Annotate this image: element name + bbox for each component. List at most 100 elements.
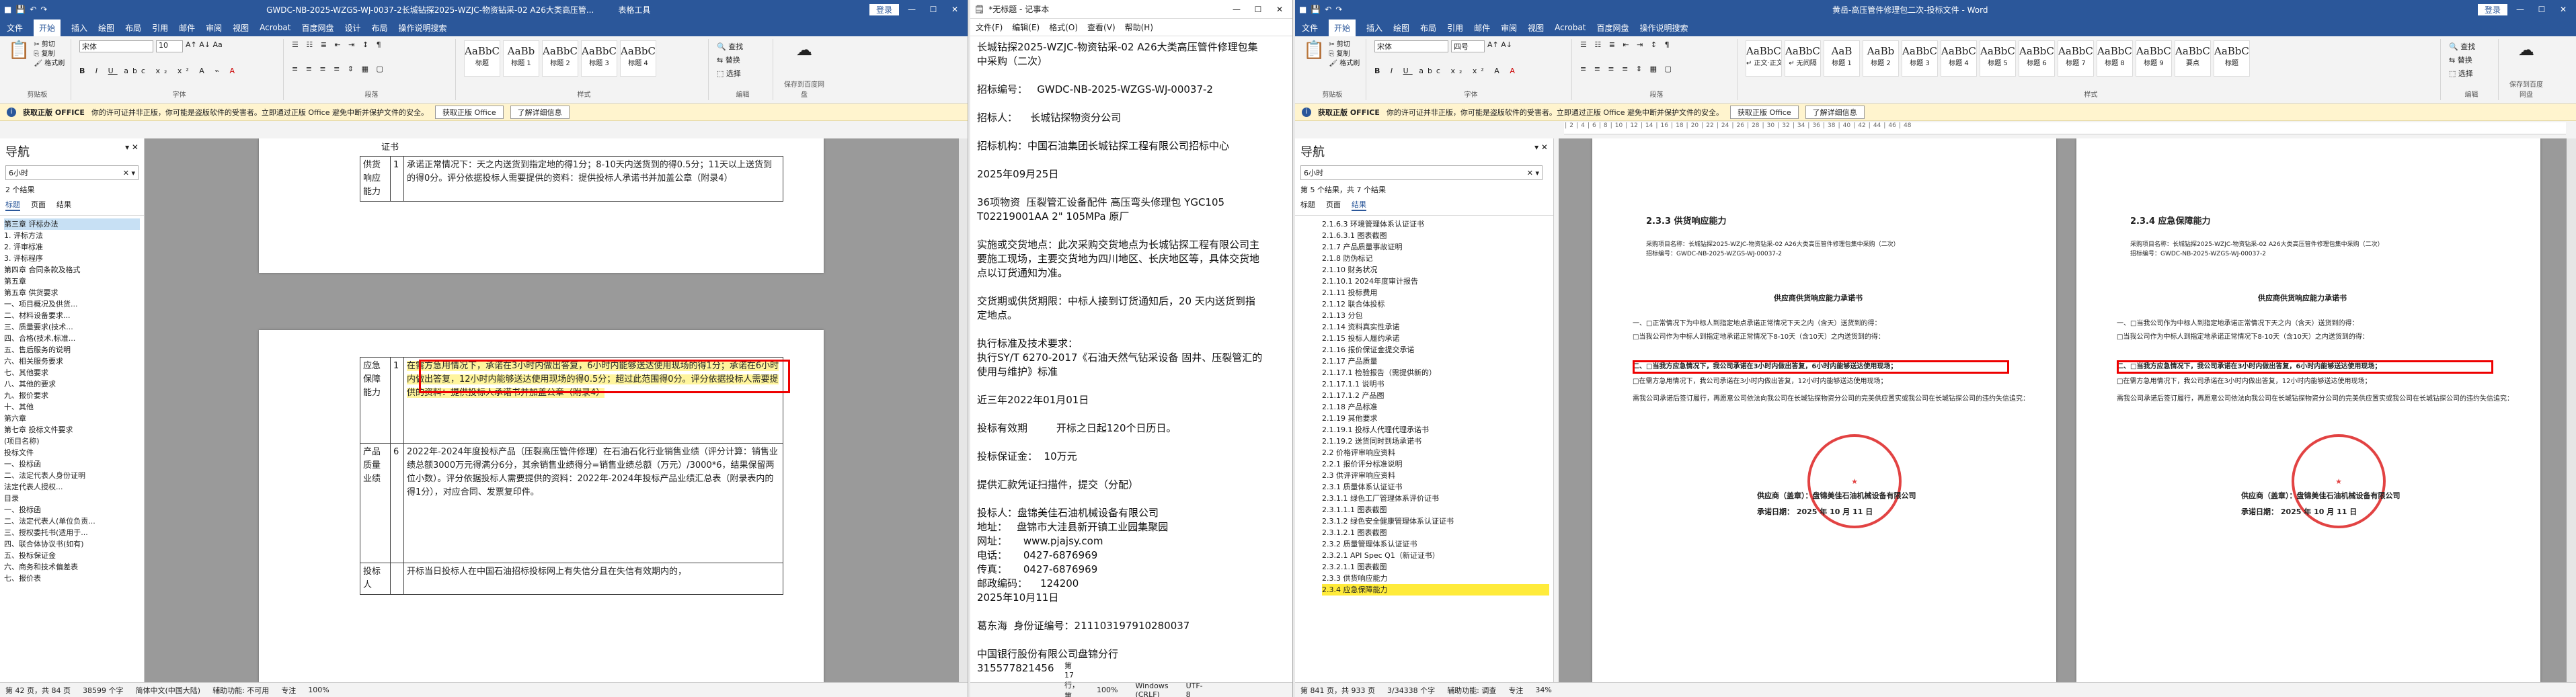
nav-item[interactable]: 目录 [4,493,140,504]
style-gallery-item[interactable]: AaBb 标题 2 [1863,40,1899,77]
nav-item[interactable]: 2.1.17 产品质量 [1322,356,1549,367]
undo-icon[interactable]: ↶ [1325,5,1331,14]
style-gallery-item[interactable]: AaB 标题 1 [1824,40,1860,77]
nav-item[interactable]: 第三章 评标办法 [4,218,140,230]
nav-item[interactable]: 2.1.14 资料真实性承诺 [1322,321,1549,333]
login-button[interactable]: 登录 [869,3,899,15]
nav-item[interactable]: 2.1.18 产品标准 [1322,401,1549,413]
nav-item[interactable]: 2.1.17.1 检验报告（需提供新的） [1322,367,1549,378]
nav-item[interactable]: 九、报价要求 [4,390,140,401]
nav-item[interactable]: 2.1.12 联合体投标 [1322,298,1549,310]
minimize-icon[interactable]: — [2511,5,2529,14]
find-button[interactable]: 🔍 查找 [2449,40,2494,54]
minimize-icon[interactable]: — [1228,5,1245,14]
redo-icon[interactable]: ↷ [40,5,47,14]
nav-tab[interactable]: 标题 [1300,199,1315,211]
ribbon-tab[interactable]: 绘图 [1393,22,1409,34]
ribbon-tab[interactable]: 百度网盘 [1596,22,1629,34]
align-buttons[interactable]: ≡ ≡ ≡ ≡ ⇕ ▦ ▢ [292,65,451,73]
nav-tab[interactable]: 页面 [31,199,46,211]
replace-button[interactable]: ⇆ 替换 [717,54,769,67]
redo-icon[interactable]: ↷ [1335,5,1342,14]
style-gallery-item[interactable]: AaBbC 标题 3 [1902,40,1938,77]
align-buttons[interactable]: ≡ ≡ ≡ ≡ ⇕ ▦ ▢ [1580,65,1733,73]
font-size-select[interactable]: 四号 [1451,40,1485,52]
nav-tab[interactable]: 结果 [56,199,71,211]
maximize-icon[interactable]: ☐ [1249,5,1267,14]
style-gallery-item[interactable]: AaBbCcI标题 9 [2136,40,2172,77]
vertical-scrollbar[interactable] [959,138,968,682]
nav-item[interactable]: 五、售后服务的说明 [4,344,140,356]
save-icon[interactable]: 💾 [1311,5,1321,14]
nav-item[interactable]: 二、法定代表人身份证明 [4,470,140,481]
nav-item[interactable]: 2.3.2.1.1 图表截图 [1322,561,1549,573]
nav-item[interactable]: 十、其他 [4,401,140,413]
ribbon-tab[interactable]: 操作说明搜索 [1639,22,1688,34]
style-gallery-item[interactable]: AaBbCc标题 5 [1980,40,2016,77]
style-gallery-item[interactable]: AaBbC 标题 3 [581,40,617,77]
nav-item[interactable]: 六、相关服务要求 [4,356,140,367]
style-gallery-item[interactable]: AaBbCcI标题 7 [2058,40,2094,77]
paste-icon[interactable]: 📋 [1303,40,1325,69]
menu-item[interactable]: 文件(F) [976,22,1003,33]
list-buttons[interactable]: ☰ ☷ ≣ ⇤ ⇥ ↕ ¶ [1580,40,1733,49]
close-icon[interactable]: ✕ [1271,5,1288,14]
nav-item[interactable]: 四、联合体协议书(如有) [4,538,140,550]
ribbon-tab[interactable]: 审阅 [1501,22,1517,34]
nav-item[interactable]: 2.3.1 质量体系认证证书 [1322,481,1549,493]
nav-item[interactable]: 2.1.7 产品质量事故证明 [1322,241,1549,253]
nav-item[interactable]: 2.1.8 防伪标记 [1322,253,1549,264]
nav-item[interactable]: 二、法定代表人(单位负责... [4,516,140,527]
style-gallery-item[interactable]: AaBbC 标题 2 [542,40,578,77]
get-office-button[interactable]: 获取正版 Office [1730,105,1799,119]
nav-tab[interactable]: 标题 [5,199,20,211]
nav-item[interactable]: 二、材料设备要求... [4,310,140,321]
menu-item[interactable]: 格式(O) [1049,22,1078,33]
nav-item[interactable]: 2.1.17.1.1 说明书 [1322,378,1549,390]
style-gallery-item[interactable]: AaBbCcI标题 8 [2097,40,2133,77]
nav-item[interactable]: 法定代表人授权... [4,481,140,493]
nav-item[interactable]: (项目名称) [4,436,140,447]
ribbon-tab[interactable]: 开始 [1329,19,1356,36]
nav-item[interactable]: 第六章 [4,413,140,424]
nav-item[interactable]: 六、商务和技术偏差表 [4,561,140,573]
ribbon-tab[interactable]: 设计 [344,22,360,34]
undo-icon[interactable]: ↶ [30,5,36,14]
close-pane-icon[interactable]: ▾ ✕ [1534,142,1548,160]
ribbon-tab[interactable]: 开始 [34,19,61,36]
save-baidu-button[interactable]: ☁ [2507,40,2546,59]
nav-item[interactable]: 第五章 [4,276,140,287]
nav-item[interactable]: 2.3 供评评审响应资料 [1322,470,1549,481]
replace-button[interactable]: ⇆ 替换 [2449,54,2494,67]
minimize-icon[interactable]: — [903,5,921,14]
nav-item[interactable]: 2.3.2.1 API Spec Q1（新证证书） [1322,550,1549,561]
nav-item[interactable]: 2.2 价格评审响应资料 [1322,447,1549,458]
ribbon-tab[interactable]: Acrobat [260,23,290,32]
style-gallery-item[interactable]: AaBbCc标题 6 [2019,40,2055,77]
close-icon[interactable]: ✕ [946,5,964,14]
style-gallery-item[interactable]: AaBbC 标题 4 [620,40,656,77]
style-gallery-item[interactable]: AaBbCcI标题 4 [1941,40,1977,77]
ribbon-tab[interactable]: 布局 [371,22,387,34]
font-name-select[interactable]: 宋体 [1374,40,1448,52]
ribbon-tab[interactable]: 百度网盘 [301,22,334,34]
list-buttons[interactable]: ☰ ☷ ≣ ⇤ ⇥ ↕ ¶ [292,40,451,49]
ribbon-tab[interactable]: 布局 [125,22,141,34]
ribbon-tab[interactable]: 邮件 [1474,22,1490,34]
nav-item[interactable]: 七、报价表 [4,573,140,584]
nav-item[interactable]: 2.1.15 投标人履约承诺 [1322,333,1549,344]
nav-item[interactable]: 2.1.6.3.1 图表截图 [1322,230,1549,241]
nav-item[interactable]: 2. 评审标准 [4,241,140,253]
ribbon-tab[interactable]: 审阅 [206,22,222,34]
paste-icon[interactable]: 📋 [8,40,30,69]
search-clear-icon[interactable]: ✕ ▾ [1527,169,1539,177]
select-button[interactable]: ⬚ 选择 [2449,67,2494,81]
menu-item[interactable]: 帮助(H) [1125,22,1153,33]
nav-item[interactable]: 2.1.19.2 送货同时到场承诺书 [1322,436,1549,447]
nav-item[interactable]: 2.3.4 应急保障能力 [1322,584,1549,596]
save-baidu-button[interactable]: ☁ [781,40,827,59]
nav-item[interactable]: 2.1.17.1.2 产品图 [1322,390,1549,401]
nav-item[interactable]: 3. 评标程序 [4,253,140,264]
nav-item[interactable]: 三、质量要求(技术... [4,321,140,333]
nav-item[interactable]: 第四章 合同条款及格式 [4,264,140,276]
